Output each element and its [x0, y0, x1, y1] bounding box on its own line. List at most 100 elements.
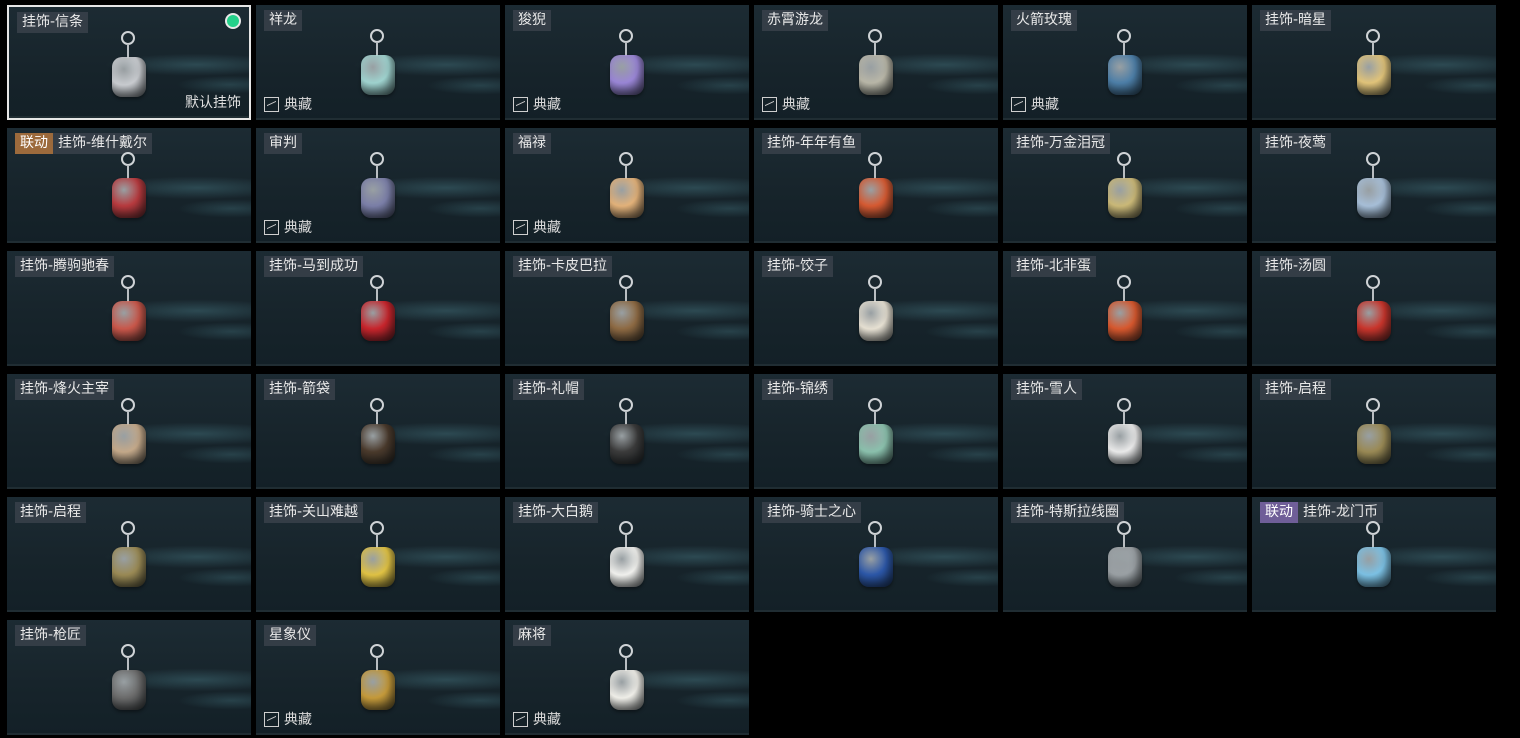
- charm-tile[interactable]: 挂饰-启程: [1252, 374, 1496, 489]
- charm-body: [859, 547, 893, 587]
- charm-tile[interactable]: 挂饰-万金泪冠: [1003, 128, 1247, 243]
- keyring-icon: [1117, 152, 1131, 166]
- chain-icon: [127, 44, 129, 58]
- charm-name: 审判: [264, 133, 302, 154]
- charm-name-tag: 挂饰-汤圆: [1260, 256, 1332, 277]
- charm-name: 挂饰-龙门币: [1298, 502, 1384, 523]
- keyring-icon: [1117, 521, 1131, 535]
- charm-body: [112, 301, 146, 341]
- charm-name: 祥龙: [264, 10, 302, 31]
- charm-tile[interactable]: 挂饰-箭袋: [256, 374, 500, 489]
- charm-name-tag: 挂饰-万金泪冠: [1011, 133, 1111, 154]
- charm-name: 挂饰-枪匠: [15, 625, 87, 646]
- charm-tile[interactable]: 祥龙典藏: [256, 5, 500, 120]
- butterfly-charm-icon: [851, 398, 901, 480]
- keyring-icon: [868, 29, 882, 43]
- collab-badge: 联动: [1260, 502, 1298, 523]
- chain-icon: [874, 165, 876, 179]
- charm-name-tag: 挂饰-卡皮巴拉: [513, 256, 613, 277]
- charm-tile[interactable]: 挂饰-礼帽: [505, 374, 749, 489]
- charm-tile[interactable]: 挂饰-启程: [7, 497, 251, 612]
- collection-label: 典藏: [513, 94, 561, 114]
- charm-name: 挂饰-汤圆: [1260, 256, 1332, 277]
- charm-tile[interactable]: 挂饰-北非蛋: [1003, 251, 1247, 366]
- collab-badge: 联动: [15, 133, 53, 154]
- charm-body: [112, 178, 146, 218]
- charm-name: 挂饰-维什戴尔: [53, 133, 153, 154]
- charm-body: [1357, 547, 1391, 587]
- charm-name-tag: 挂饰-腾驹驰春: [15, 256, 115, 277]
- charm-tile[interactable]: 挂饰-雪人: [1003, 374, 1247, 489]
- coin-card-charm-icon: [1349, 521, 1399, 603]
- charm-tile[interactable]: 挂饰-饺子: [754, 251, 998, 366]
- charm-tile[interactable]: 麻将 典藏: [505, 620, 749, 735]
- charm-tile[interactable]: 挂饰-卡皮巴拉: [505, 251, 749, 366]
- charm-tile[interactable]: 狻猊 典藏: [505, 5, 749, 120]
- charm-body: [361, 55, 395, 95]
- tarot-charm-icon: [353, 152, 403, 234]
- keyring-icon: [868, 275, 882, 289]
- charm-tile[interactable]: 挂饰-夜莺: [1252, 128, 1496, 243]
- charm-name-tag: 联动 挂饰-维什戴尔: [15, 133, 153, 154]
- charm-body: [361, 424, 395, 464]
- chain-icon: [376, 534, 378, 548]
- keyring-icon: [1366, 398, 1380, 412]
- charm-name: 挂饰-暗星: [1260, 10, 1332, 31]
- chain-icon: [874, 288, 876, 302]
- charm-tile[interactable]: 星象仪 典藏: [256, 620, 500, 735]
- charm-tile[interactable]: 挂饰-马到成功: [256, 251, 500, 366]
- collection-icon: [264, 711, 279, 727]
- quiver-charm-icon: [353, 398, 403, 480]
- charm-tile[interactable]: 联动 挂饰-维什戴尔: [7, 128, 251, 243]
- chain-icon: [376, 288, 378, 302]
- keyring-icon: [121, 644, 135, 658]
- chain-icon: [1123, 288, 1125, 302]
- charm-tile[interactable]: 福禄 典藏: [505, 128, 749, 243]
- charm-tile[interactable]: 审判典藏: [256, 128, 500, 243]
- collection-text: 典藏: [284, 97, 312, 113]
- collection-text: 典藏: [284, 712, 312, 728]
- charm-body: [610, 424, 644, 464]
- charm-name: 挂饰-万金泪冠: [1011, 133, 1111, 154]
- chain-icon: [1123, 411, 1125, 425]
- charm-tile[interactable]: 火箭玫瑰 典藏: [1003, 5, 1247, 120]
- dumpling-charm-icon: [851, 275, 901, 357]
- charm-tile[interactable]: 挂饰-信条 默认挂饰: [7, 5, 251, 120]
- charm-name: 挂饰-雪人: [1011, 379, 1083, 400]
- charm-body: [610, 547, 644, 587]
- charm-tile[interactable]: 挂饰-锦绣: [754, 374, 998, 489]
- charm-tile[interactable]: 挂饰-枪匠: [7, 620, 251, 735]
- charm-tile[interactable]: 挂饰-年年有鱼: [754, 128, 998, 243]
- collection-text: 典藏: [284, 220, 312, 236]
- charm-body: [859, 424, 893, 464]
- chain-icon: [376, 165, 378, 179]
- charm-body: [610, 55, 644, 95]
- charm-tile[interactable]: 挂饰-烽火主宰: [7, 374, 251, 489]
- triangle-emblem-charm-icon: [104, 398, 154, 480]
- charm-name-tag: 挂饰-马到成功: [264, 256, 364, 277]
- charm-tile[interactable]: 挂饰-大白鹅: [505, 497, 749, 612]
- charm-name-tag: 挂饰-关山难越: [264, 502, 364, 523]
- charm-name-tag: 挂饰-锦绣: [762, 379, 834, 400]
- keyring-icon: [1117, 398, 1131, 412]
- collection-label: 典藏: [513, 709, 561, 729]
- charm-tile[interactable]: 挂饰-暗星: [1252, 5, 1496, 120]
- charm-name-tag: 挂饰-夜莺: [1260, 133, 1332, 154]
- capybara-charm-icon: [602, 275, 652, 357]
- charm-tile[interactable]: 挂饰-骑士之心: [754, 497, 998, 612]
- chain-icon: [127, 165, 129, 179]
- charm-name-tag: 麻将: [513, 625, 551, 646]
- charm-tile[interactable]: 挂饰-汤圆: [1252, 251, 1496, 366]
- snowman-charm-icon: [1100, 398, 1150, 480]
- charm-tile[interactable]: 挂饰-关山难越: [256, 497, 500, 612]
- charm-tile[interactable]: 联动 挂饰-龙门币: [1252, 497, 1496, 612]
- charm-name: 挂饰-箭袋: [264, 379, 336, 400]
- charm-name: 赤霄游龙: [762, 10, 828, 31]
- chain-icon: [625, 534, 627, 548]
- charm-tile[interactable]: 挂饰-特斯拉线圈: [1003, 497, 1247, 612]
- keyring-icon: [121, 31, 135, 45]
- charm-tile[interactable]: 赤霄游龙 典藏: [754, 5, 998, 120]
- charm-tile[interactable]: 挂饰-腾驹驰春: [7, 251, 251, 366]
- charm-body: [361, 547, 395, 587]
- charm-name-tag: 挂饰-饺子: [762, 256, 834, 277]
